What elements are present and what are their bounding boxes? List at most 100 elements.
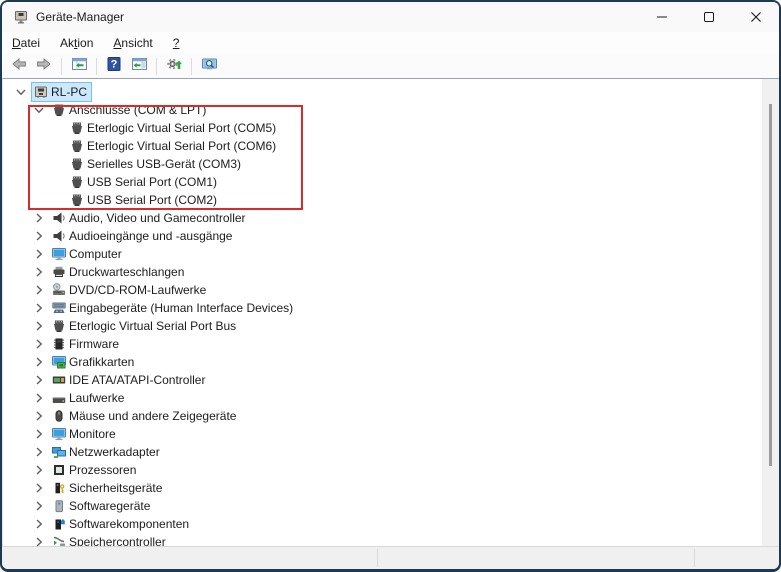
serial-port-icon <box>69 192 85 208</box>
close-icon <box>733 2 779 32</box>
tree-item-audio-video-und-gamecontroller[interactable]: Audio, Video und Gamecontroller <box>3 209 762 227</box>
gpu-icon <box>51 354 67 370</box>
menu-item-hilfe[interactable]: ? <box>163 32 190 54</box>
disk-drive-icon <box>51 390 67 406</box>
ide-controller-icon <box>51 372 67 388</box>
tree-item-label: Eterlogic Virtual Serial Port (COM5) <box>87 119 276 137</box>
chevron-right-icon[interactable] <box>32 211 46 225</box>
tree-item-usb-serial-port-com2[interactable]: USB Serial Port (COM2) <box>3 191 762 209</box>
chevron-right-icon[interactable] <box>32 409 46 423</box>
monitor-icon <box>51 426 67 442</box>
chevron-right-icon[interactable] <box>32 517 46 531</box>
help-button[interactable]: ? <box>103 55 125 77</box>
tree-item-computer[interactable]: Computer <box>3 245 762 263</box>
tree-item-softwaregeräte[interactable]: Softwaregeräte <box>3 497 762 515</box>
tree-item-audioeingänge-und-ausgänge[interactable]: Audioeingänge und -ausgänge <box>3 227 762 245</box>
tree-item-usb-serial-port-com1[interactable]: USB Serial Port (COM1) <box>3 173 762 191</box>
chevron-right-icon[interactable] <box>32 337 46 351</box>
tree-item-label: Serielles USB-Gerät (COM3) <box>87 155 241 173</box>
tree-item-softwarekomponenten[interactable]: Softwarekomponenten <box>3 515 762 533</box>
serial-port-icon <box>69 174 85 190</box>
minimize-icon <box>639 2 685 32</box>
mouse-icon <box>51 408 67 424</box>
tree-item-anschlüsse-com-lpt[interactable]: Anschlüsse (COM & LPT) <box>3 101 762 119</box>
tree-item-label: Anschlüsse (COM & LPT) <box>69 101 206 119</box>
serial-port-icon <box>69 120 85 136</box>
tree-item-label: Eingabegeräte (Human Interface Devices) <box>69 299 293 317</box>
chevron-right-icon[interactable] <box>32 463 46 477</box>
chevron-right-icon[interactable] <box>32 355 46 369</box>
chevron-right-icon[interactable] <box>32 481 46 495</box>
scrollbar-thumb[interactable] <box>769 104 772 466</box>
monitor-icon <box>51 246 67 262</box>
tree-item-prozessoren[interactable]: Prozessoren <box>3 461 762 479</box>
minimize-button[interactable] <box>638 2 685 32</box>
tree-item-serielles-usb-gerät-com3[interactable]: Serielles USB-Gerät (COM3) <box>3 155 762 173</box>
tree-item-eingabegeräte-human-interface-devices[interactable]: Eingabegeräte (Human Interface Devices) <box>3 299 762 317</box>
computer-pc-icon <box>33 84 49 100</box>
chevron-down-icon[interactable] <box>14 85 28 99</box>
tree-item-label: Softwaregeräte <box>69 497 150 515</box>
serial-port-icon <box>69 138 85 154</box>
menu-item-aktion[interactable]: Aktion <box>50 32 103 54</box>
serial-port-icon <box>51 318 67 334</box>
device-manager-icon <box>13 9 29 25</box>
chevron-down-icon[interactable] <box>32 103 46 117</box>
tree-item-rl-pc[interactable]: RL-PC <box>3 83 762 101</box>
tree-item-dvd-cd-rom-laufwerke[interactable]: DVD/CD-ROM-Laufwerke <box>3 281 762 299</box>
tree-item-label: Softwarekomponenten <box>69 515 189 533</box>
device-manager-window: Geräte-Manager DateiAktionAnsicht? ? RL-… <box>0 0 781 572</box>
window-title: Geräte-Manager <box>36 2 124 32</box>
toolbar-separator <box>96 58 97 75</box>
software-component-icon <box>51 516 67 532</box>
security-device-icon <box>51 480 67 496</box>
menu-item-datei[interactable]: Datei <box>2 32 50 54</box>
maximize-button[interactable] <box>685 2 732 32</box>
tree-item-label: Audioeingänge und -ausgänge <box>69 227 232 245</box>
toolbar-separator <box>156 58 157 75</box>
forward-button[interactable] <box>33 55 55 77</box>
tree-item-mäuse-und-andere-zeigegeräte[interactable]: Mäuse und andere Zeigegeräte <box>3 407 762 425</box>
show-action-pane-button[interactable] <box>128 55 150 77</box>
window-inner: Geräte-Manager DateiAktionAnsicht? ? RL-… <box>2 2 779 569</box>
serial-port-icon <box>51 102 67 118</box>
tree-item-druckwarteschlangen[interactable]: Druckwarteschlangen <box>3 263 762 281</box>
chevron-right-icon[interactable] <box>32 373 46 387</box>
chevron-right-icon[interactable] <box>32 319 46 333</box>
scan-hardware-icon <box>166 56 183 77</box>
tree-item-speichercontroller[interactable]: Speichercontroller <box>3 533 762 547</box>
processor-icon <box>51 462 67 478</box>
tree-item-eterlogic-virtual-serial-port-com5[interactable]: Eterlogic Virtual Serial Port (COM5) <box>3 119 762 137</box>
chevron-right-icon[interactable] <box>32 229 46 243</box>
tree-item-eterlogic-virtual-serial-port-bus[interactable]: Eterlogic Virtual Serial Port Bus <box>3 317 762 335</box>
tree-item-label: Audio, Video und Gamecontroller <box>69 209 246 227</box>
tree-item-sicherheitsgeräte[interactable]: Sicherheitsgeräte <box>3 479 762 497</box>
chevron-right-icon[interactable] <box>32 391 46 405</box>
chevron-right-icon[interactable] <box>32 283 46 297</box>
scan-hardware-changes-button[interactable] <box>163 55 185 77</box>
chevron-right-icon[interactable] <box>32 265 46 279</box>
tree-item-eterlogic-virtual-serial-port-com6[interactable]: Eterlogic Virtual Serial Port (COM6) <box>3 137 762 155</box>
tree-item-label: DVD/CD-ROM-Laufwerke <box>69 281 206 299</box>
audio-speaker-icon <box>51 228 67 244</box>
chevron-right-icon[interactable] <box>32 301 46 315</box>
tree-item-ide-ata-atapi-controller[interactable]: IDE ATA/ATAPI-Controller <box>3 371 762 389</box>
firmware-chip-icon <box>51 336 67 352</box>
chevron-right-icon[interactable] <box>32 247 46 261</box>
close-button[interactable] <box>732 2 779 32</box>
chevron-right-icon[interactable] <box>32 427 46 441</box>
tree-item-laufwerke[interactable]: Laufwerke <box>3 389 762 407</box>
tree-item-firmware[interactable]: Firmware <box>3 335 762 353</box>
chevron-right-icon[interactable] <box>32 445 46 459</box>
tree-item-monitore[interactable]: Monitore <box>3 425 762 443</box>
vertical-scrollbar[interactable] <box>762 79 779 547</box>
menu-item-ansicht[interactable]: Ansicht <box>103 32 162 54</box>
search-computer-button[interactable] <box>198 55 220 77</box>
back-button[interactable] <box>8 55 30 77</box>
tree-item-netzwerkadapter[interactable]: Netzwerkadapter <box>3 443 762 461</box>
tree-item-label: Firmware <box>69 335 119 353</box>
show-console-tree-button[interactable] <box>68 55 90 77</box>
dvd-drive-icon <box>51 282 67 298</box>
chevron-right-icon[interactable] <box>32 499 46 513</box>
tree-item-grafikkarten[interactable]: Grafikkarten <box>3 353 762 371</box>
